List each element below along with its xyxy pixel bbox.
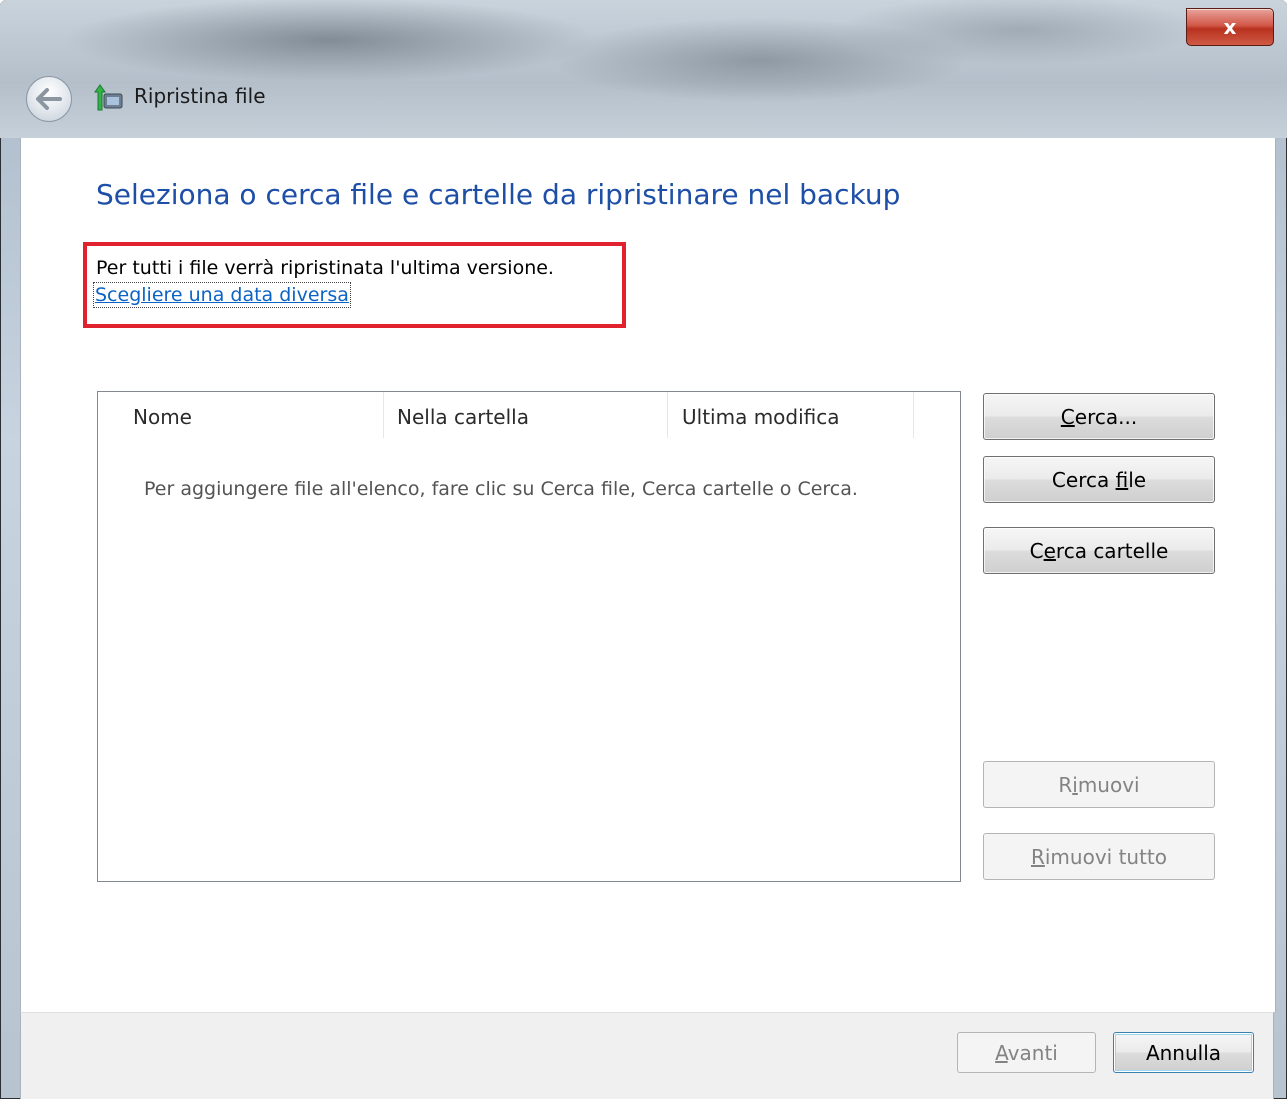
back-arrow-icon [36,88,62,110]
remove-all-button[interactable]: Rimuovi tutto [983,833,1215,880]
search-files-button-label: Cerca file [1051,467,1147,492]
close-button[interactable]: x [1186,8,1274,46]
column-separator [667,392,668,438]
file-list[interactable]: Nome Nella cartella Ultima modifica Per … [97,391,961,882]
title-bar [0,0,1287,138]
info-text: Per tutti i file verrà ripristinata l'ul… [96,257,554,279]
next-button[interactable]: Avanti [957,1032,1096,1073]
search-button-label: Cerca... [1060,404,1138,429]
column-header-name[interactable]: Nome [133,392,383,442]
cancel-button-label: Annulla [1145,1040,1222,1065]
next-button-label: Avanti [995,1040,1058,1065]
column-header-modified[interactable]: Ultima modifica [682,392,912,442]
column-header-name-label: Nome [133,405,192,429]
empty-list-message: Per aggiungere file all'elenco, fare cli… [144,478,858,500]
column-header-modified-label: Ultima modifica [682,405,840,429]
back-button[interactable] [26,76,72,122]
search-folders-button-label: Cerca cartelle [1029,538,1169,563]
column-separator [383,392,384,438]
cancel-button[interactable]: Annulla [1113,1032,1254,1073]
remove-all-button-label: Rimuovi tutto [1030,844,1168,869]
column-header-folder-label: Nella cartella [397,405,529,429]
remove-button[interactable]: Rimuovi [983,761,1215,808]
choose-different-date-link[interactable]: Scegliere una data diversa [93,282,351,308]
remove-button-label: Rimuovi [1058,772,1140,797]
restore-files-icon [94,84,123,111]
window-title: Ripristina file [134,84,266,108]
close-icon: x [1223,15,1237,39]
column-header-folder[interactable]: Nella cartella [397,392,667,442]
search-files-button[interactable]: Cerca file [983,456,1215,503]
column-separator [913,392,914,438]
page-heading: Seleziona o cerca file e cartelle da rip… [96,178,901,211]
search-button[interactable]: Cerca... [983,393,1215,440]
search-folders-button[interactable]: Cerca cartelle [983,527,1215,574]
